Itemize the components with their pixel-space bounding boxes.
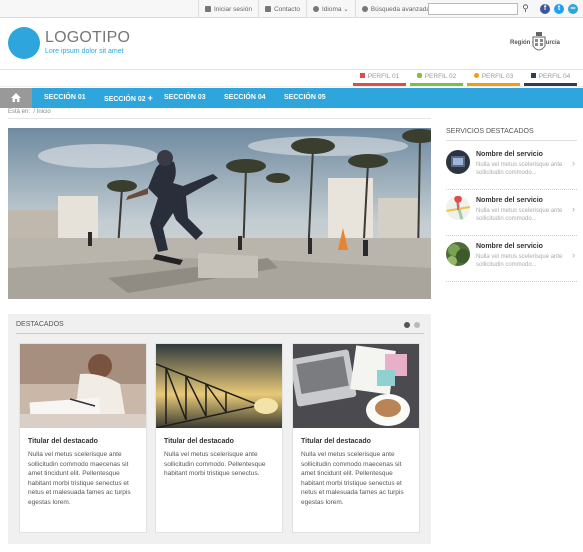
profile-tab-02[interactable]: PERFIL 02 <box>410 70 463 86</box>
user-icon <box>205 6 211 12</box>
twitter-icon[interactable]: t <box>554 4 564 14</box>
profile-tabs: PERFIL 01 PERFIL 02 PERFIL 03 PERFIL 04 <box>0 70 583 87</box>
service-thumbnail <box>446 196 470 220</box>
service-description: Nulla vel metus scelerisque ante sollici… <box>476 162 563 176</box>
hero-image[interactable] <box>8 128 431 299</box>
service-title: Nombre del servicio <box>476 243 543 250</box>
card-image <box>293 344 419 428</box>
coat-of-arms-icon <box>532 32 546 51</box>
card-image <box>156 344 282 428</box>
featured-title: DESTACADOS <box>16 321 64 328</box>
featured-card[interactable]: Titular del destacado Nulla vel metus sc… <box>292 343 420 533</box>
divider <box>446 140 577 141</box>
breadcrumb-current[interactable]: Inicio <box>37 109 51 115</box>
share-icon[interactable]: ∞ <box>568 4 578 14</box>
main-nav: SECCIÓN 01 SECCIÓN 02 + SECCIÓN 03 SECCI… <box>0 88 583 108</box>
nav-item-label: SECCIÓN 02 <box>104 96 146 103</box>
service-title: Nombre del servicio <box>476 151 543 158</box>
service-title: Nombre del servicio <box>476 197 543 204</box>
chevron-right-icon: › <box>572 250 575 260</box>
service-description: Nulla vel metus scelerisque ante sollici… <box>476 254 563 268</box>
profile-tab-01[interactable]: PERFIL 01 <box>353 70 406 86</box>
divider <box>8 118 431 119</box>
featured-section: DESTACADOS Titular del destacado Nulla v… <box>8 314 431 544</box>
divider <box>16 333 424 334</box>
header: LOGOTIPO Lore ipsum dolor sit amet Regió… <box>0 18 583 70</box>
service-item[interactable]: Nombre del servicio Nulla vel metus scel… <box>446 146 577 190</box>
card-title[interactable]: Titular del destacado <box>28 438 98 445</box>
tagline: Lore ipsum dolor sit amet <box>45 48 124 55</box>
top-bar: Iniciar sesión Contacto Idioma ⌄ Búsqued… <box>0 0 583 18</box>
card-text: Nulla vel metus scelerisque ante sollici… <box>28 451 131 506</box>
globe-icon <box>312 6 319 12</box>
card-text: Nulla vel metus scelerisque ante sollici… <box>164 451 266 477</box>
plus-icon: + <box>147 93 153 103</box>
service-thumbnail <box>446 242 470 266</box>
video-icon <box>530 73 536 78</box>
breadcrumb-prefix: Está en: <box>8 109 31 115</box>
facebook-icon[interactable]: f <box>540 4 550 14</box>
logo-mark[interactable] <box>8 27 40 59</box>
sidebar-title: SERVICIOS DESTACADOS <box>446 128 534 135</box>
advanced-search-link[interactable]: Búsqueda avanzada <box>354 0 436 18</box>
share-icon <box>473 73 479 78</box>
service-item[interactable]: Nombre del servicio Nulla vel metus scel… <box>446 238 577 282</box>
card-text: Nulla vel metus scelerisque ante sollici… <box>301 451 404 506</box>
card-title[interactable]: Titular del destacado <box>301 438 371 445</box>
nav-item-seccion-02[interactable]: SECCIÓN 02 + <box>104 88 153 108</box>
chevron-right-icon: › <box>572 158 575 168</box>
featured-card[interactable]: Titular del destacado Nulla vel metus sc… <box>19 343 147 533</box>
chevron-right-icon: › <box>572 204 575 214</box>
login-link[interactable]: Iniciar sesión <box>198 0 258 18</box>
carousel-dot[interactable] <box>414 322 420 328</box>
envelope-icon <box>264 6 271 12</box>
breadcrumb-separator: / <box>33 109 36 115</box>
nav-item-seccion-01[interactable]: SECCIÓN 01 <box>44 88 86 108</box>
user-icon <box>359 73 365 78</box>
card-title[interactable]: Titular del destacado <box>164 438 234 445</box>
contact-link[interactable]: Contacto <box>257 0 306 18</box>
search-icon[interactable]: ⚲ <box>520 2 531 15</box>
logo-text[interactable]: LOGOTIPO <box>45 29 130 47</box>
nav-item-seccion-03[interactable]: SECCIÓN 03 <box>164 88 206 108</box>
profile-tab-03[interactable]: PERFIL 03 <box>467 70 520 86</box>
service-thumbnail <box>446 150 470 174</box>
cloud-icon <box>416 73 422 78</box>
language-select[interactable]: Idioma ⌄ <box>305 0 355 18</box>
service-description: Nulla vel metus scelerisque ante sollici… <box>476 208 563 222</box>
service-item[interactable]: Nombre del servicio Nulla vel metus scel… <box>446 192 577 236</box>
profile-tab-04[interactable]: PERFIL 04 <box>524 70 577 86</box>
home-icon[interactable] <box>0 88 32 108</box>
card-image <box>20 344 146 428</box>
nav-item-seccion-04[interactable]: SECCIÓN 04 <box>224 88 266 108</box>
featured-card[interactable]: Titular del destacado Nulla vel metus sc… <box>155 343 283 533</box>
search-input[interactable] <box>428 3 518 15</box>
chevron-down-icon: ⌄ <box>343 6 349 13</box>
gear-icon <box>361 6 368 12</box>
utility-links: Iniciar sesión Contacto Idioma ⌄ Búsqued… <box>198 0 436 18</box>
carousel-dot-active[interactable] <box>404 322 410 328</box>
nav-item-seccion-05[interactable]: SECCIÓN 05 <box>284 88 326 108</box>
breadcrumb: Está en: / Inicio <box>8 109 51 115</box>
